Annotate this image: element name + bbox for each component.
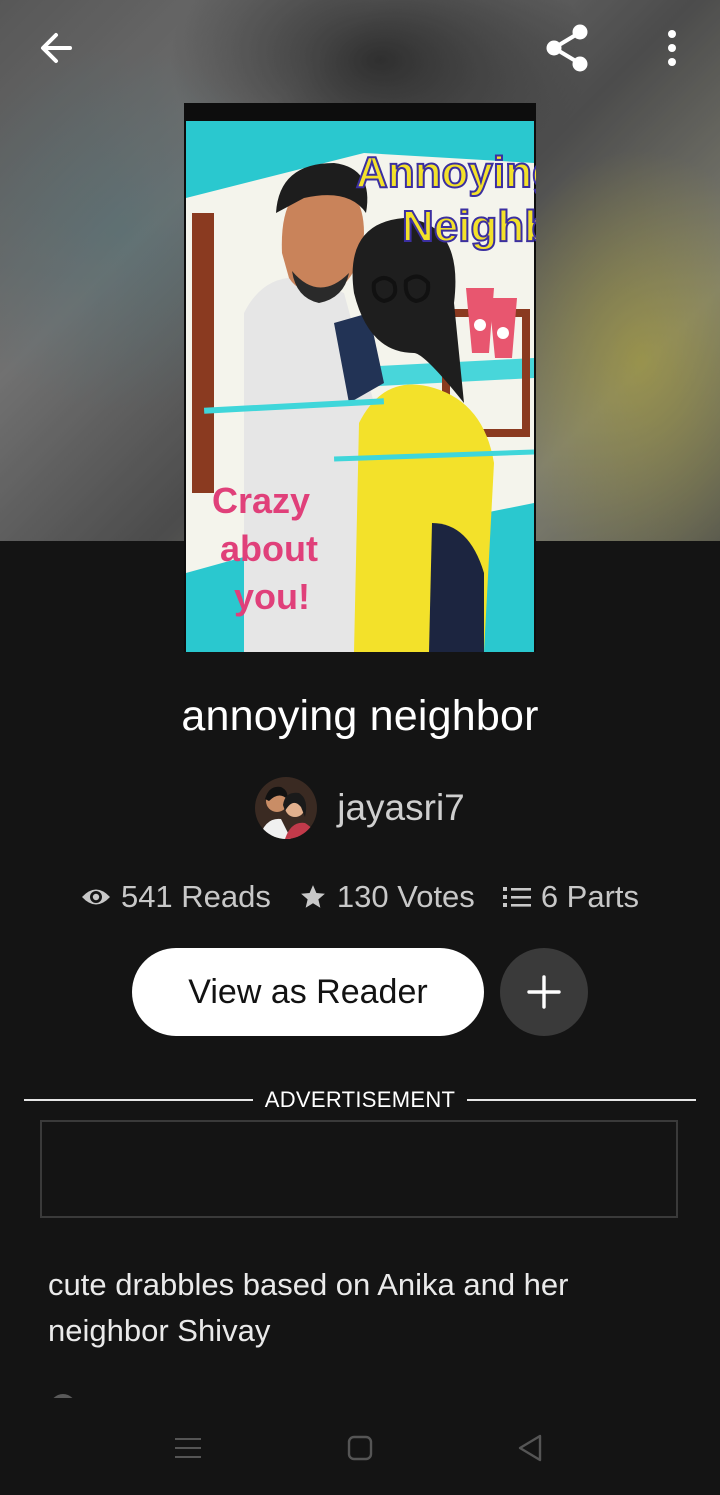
author-row[interactable]: jayasri7 — [0, 777, 720, 839]
back-button[interactable] — [30, 22, 82, 74]
votes-stat: 130 Votes — [299, 879, 475, 915]
view-as-reader-button[interactable]: View as Reader — [132, 948, 484, 1036]
star-icon — [301, 885, 325, 908]
ad-divider-left — [24, 1099, 253, 1101]
nav-home-button[interactable] — [340, 1428, 380, 1468]
list-icon — [502, 887, 531, 907]
parts-count: 6 Parts — [540, 879, 640, 914]
share-icon — [546, 24, 588, 72]
story-title: annoying neighbor — [181, 692, 539, 740]
book-cover[interactable]: Annoying Neighbo Crazy about you! — [184, 103, 536, 652]
reads-stat: 541 Reads — [81, 879, 271, 915]
menu-lines-icon — [175, 1438, 201, 1458]
cover-tagline-1: Crazy — [212, 480, 310, 521]
avatar[interactable] — [255, 777, 318, 839]
nav-recents-button[interactable] — [168, 1428, 208, 1468]
cover-title-line2: Neighbo — [402, 202, 536, 251]
plus-icon — [527, 975, 561, 1009]
cover-tagline-3: you! — [234, 576, 310, 617]
arrow-left-icon — [41, 33, 72, 63]
reads-count: 541 Reads — [120, 879, 271, 914]
eye-icon — [81, 889, 110, 905]
ad-slot[interactable] — [40, 1120, 678, 1218]
cover-title-line1: Annoying — [356, 148, 536, 197]
advertisement-label: ADVERTISEMENT — [264, 1087, 456, 1112]
story-stats: 541 Reads 130 Votes 6 Parts — [0, 875, 720, 919]
more-vertical-icon — [668, 30, 676, 66]
ad-divider-right — [467, 1099, 696, 1101]
story-description: cute drabbles based on Anika and her nei… — [48, 1267, 569, 1348]
parts-stat[interactable]: 6 Parts — [502, 879, 640, 915]
share-button[interactable] — [541, 22, 593, 74]
author-name[interactable]: jayasri7 — [337, 787, 465, 829]
more-options-button[interactable] — [646, 22, 698, 74]
nav-back-button[interactable] — [510, 1428, 550, 1468]
triangle-back-icon — [518, 1434, 542, 1462]
add-to-library-button[interactable] — [500, 948, 588, 1036]
square-icon — [347, 1435, 373, 1461]
votes-count: 130 Votes — [336, 879, 475, 914]
cover-tagline-2: about — [220, 528, 318, 569]
